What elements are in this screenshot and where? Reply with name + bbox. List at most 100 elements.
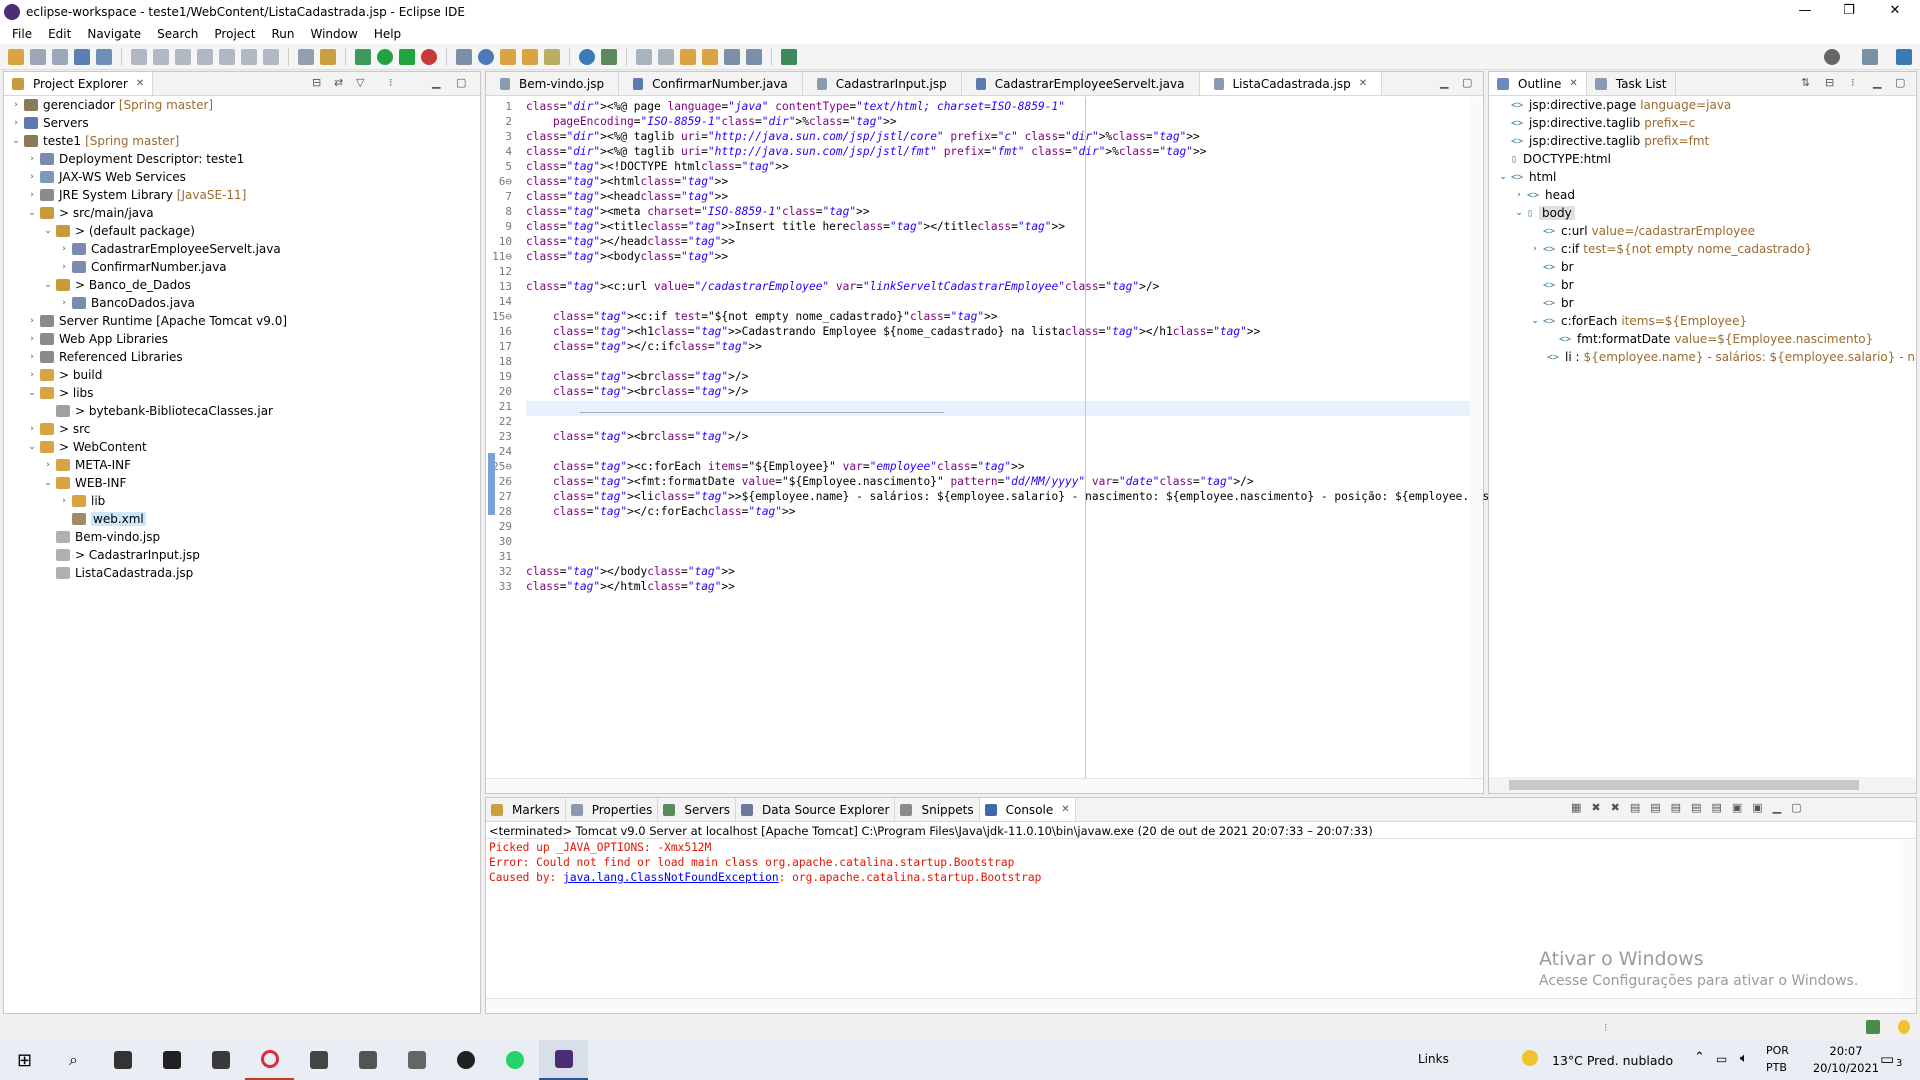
globe-icon[interactable] [579,48,595,65]
disconnect-icon[interactable] [197,48,213,65]
project-tree-item[interactable]: › JRE System Library [JavaSE-11] [4,186,480,204]
console-output[interactable]: Picked up _JAVA_OPTIONS: -Xmx512M Error:… [489,840,1899,885]
store-app-icon[interactable] [147,1040,196,1080]
back-icon[interactable] [724,48,740,65]
quick-access-search-icon[interactable] [1824,49,1840,65]
menu-navigate[interactable]: Navigate [79,27,149,41]
editor-tab[interactable]: Bem-vindo.jsp [486,72,620,95]
next-annotation-icon[interactable] [636,48,652,65]
project-tree-item[interactable]: web.xml [4,510,480,528]
prev-annotation-icon[interactable] [658,48,674,65]
expand-toggle-icon[interactable]: ⌄ [26,208,38,218]
outline-item[interactable]: ⌄ ▯ body [1489,204,1916,222]
outline-item[interactable]: <> br [1489,294,1916,312]
console-vertical-scrollbar[interactable] [1900,840,1916,998]
clock-time[interactable]: 20:07 [1818,1044,1874,1058]
scroll-lock-icon[interactable]: ▤ [1630,801,1640,814]
project-tree-item[interactable]: ⌄ WEB-INF [4,474,480,492]
bottom-tab[interactable]: Data Source Explorer [736,798,896,821]
menu-project[interactable]: Project [206,27,263,41]
new-java-icon[interactable] [478,48,494,65]
server-status-icon[interactable] [1866,1020,1880,1034]
exception-link[interactable]: java.lang.ClassNotFoundException [563,871,779,884]
project-tree-item[interactable]: ⌄ > libs [4,384,480,402]
code-editor[interactable]: 1 2 3 4 5 6⊖ 7 8 9 10 11⊖ 12 13 14 15⊖ 16 17 18 19 20 21 22 23… [486,97,1725,778]
project-tree-item[interactable]: ⌄ teste1 [Spring master] [4,132,480,150]
menu-run[interactable]: Run [263,27,302,41]
close-icon[interactable]: ✕ [1569,78,1577,89]
menu-window[interactable]: Window [302,27,365,41]
weather-icon[interactable] [1522,1050,1538,1066]
expand-toggle-icon[interactable]: ⌄ [42,226,54,236]
expand-toggle-icon[interactable]: › [26,334,38,344]
maximize-view-icon[interactable]: ▢ [1791,801,1801,814]
project-tree-item[interactable]: > bytebank-BibliotecaClasses.jar [4,402,480,420]
show-stdout-icon[interactable]: ▤ [1671,801,1681,814]
outline-item[interactable]: ▯ DOCTYPE:html [1489,150,1916,168]
project-tree-item[interactable]: › CadastrarEmployeeServelt.java [4,240,480,258]
outline-item[interactable]: ⌄ <> html [1489,168,1916,186]
expand-toggle-icon[interactable]: › [58,262,70,272]
close-button[interactable]: ✕ [1872,0,1918,24]
step-return-icon[interactable] [263,48,279,65]
project-tree-item[interactable]: › ConfirmarNumber.java [4,258,480,276]
editor-tab[interactable]: CadastrarInput.jsp [802,72,962,95]
pin-console-icon[interactable]: ▤ [1711,801,1721,814]
maximize-view-icon[interactable]: ▢ [456,76,466,89]
project-tree-item[interactable]: › JAX-WS Web Services [4,168,480,186]
new-server-icon[interactable] [456,48,472,65]
expand-toggle-icon[interactable]: › [26,352,38,362]
outline-item[interactable]: › <> c:if test=${not empty nome_cadastrado} [1489,240,1916,258]
vertical-scrollbar[interactable] [1470,97,1483,778]
project-tree-item[interactable]: > CadastrarInput.jsp [4,546,480,564]
expand-toggle-icon[interactable]: ⌄ [42,280,54,290]
project-tree-item[interactable]: › Referenced Libraries [4,348,480,366]
expand-toggle-icon[interactable]: › [1529,244,1541,254]
resume-icon[interactable] [131,48,147,65]
outline-item[interactable]: ⌄ <> c:forEach items=${Employee} [1489,312,1916,330]
console-horizontal-scrollbar[interactable] [486,998,1916,1013]
project-tree-item[interactable]: ⌄ > (default package) [4,222,480,240]
menu-edit[interactable]: Edit [40,27,79,41]
project-tree-item[interactable]: › gerenciador [Spring master] [4,96,480,114]
open-console-icon[interactable]: ▣ [1752,801,1762,814]
terminate-icon[interactable] [175,48,191,65]
tab-task-list[interactable]: Task List [1586,72,1676,95]
suspend-icon[interactable] [153,48,169,65]
debug-icon[interactable] [355,48,371,65]
remove-launches-icon[interactable]: ✖ [1611,801,1620,814]
project-tree-item[interactable]: › Server Runtime [Apache Tomcat v9.0] [4,312,480,330]
tab-project-explorer[interactable]: Project Explorer ✕ [4,72,154,95]
expand-toggle-icon[interactable]: › [26,172,38,182]
expand-toggle-icon[interactable]: ⌄ [1513,208,1525,218]
project-tree-item[interactable]: › META-INF [4,456,480,474]
clock-date[interactable]: 20/10/2021 [1808,1061,1884,1075]
project-tree-item[interactable]: › > src [4,420,480,438]
outline-item[interactable]: <> br [1489,258,1916,276]
discord-app-icon[interactable] [294,1040,343,1080]
expand-toggle-icon[interactable]: ⌄ [1497,172,1509,182]
project-tree-item[interactable]: ⌄ > src/main/java [4,204,480,222]
file-explorer-icon[interactable] [343,1040,392,1080]
vscode-app-icon[interactable] [196,1040,245,1080]
links-toolbar[interactable]: Links [1418,1052,1449,1066]
outline-item[interactable]: <> jsp:directive.taglib prefix=fmt [1489,132,1916,150]
pin-editor-icon[interactable] [781,48,797,65]
outline-item[interactable]: › <> head [1489,186,1916,204]
project-tree-item[interactable]: › Web App Libraries [4,330,480,348]
run-icon[interactable] [377,48,393,65]
menu-help[interactable]: Help [366,27,409,41]
save-icon[interactable] [30,48,46,65]
tip-bulb-icon[interactable] [1898,1020,1910,1034]
notification-icon[interactable]: ▭ [1880,1050,1894,1068]
tab-outline[interactable]: Outline ✕ [1489,72,1587,95]
maximize-view-icon[interactable]: ▢ [1895,76,1905,89]
expand-toggle-icon[interactable]: ⌄ [10,136,22,146]
close-icon[interactable]: ✕ [1061,804,1069,815]
view-menu-icon[interactable]: ⁝ [389,76,393,89]
java-ee-perspective-icon[interactable] [1896,49,1912,65]
project-tree-item[interactable]: › Servers [4,114,480,132]
expand-toggle-icon[interactable]: › [26,190,38,200]
sort-icon[interactable]: ⇅ [1801,76,1810,89]
project-tree-item[interactable]: › BancoDados.java [4,294,480,312]
